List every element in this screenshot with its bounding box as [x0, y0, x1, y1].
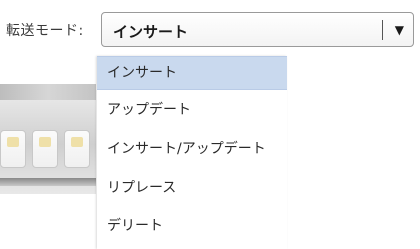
chevron-down-icon[interactable]: ▼	[395, 22, 404, 38]
dropdown-option-replace[interactable]: リプレース	[97, 171, 287, 205]
background-thumbnail	[32, 130, 58, 168]
dropdown-option-insert-update[interactable]: インサート/アップデート	[97, 132, 287, 166]
transfer-mode-dropdown-list: インサート アップデート インサート/アップデート リプレース デリート	[97, 56, 287, 249]
transfer-mode-selected-value: インサート	[113, 23, 189, 41]
thumbnail-image	[39, 137, 51, 147]
dropdown-option-update[interactable]: アップデート	[97, 93, 287, 127]
background-thumbnail	[0, 130, 26, 168]
select-divider	[382, 20, 383, 40]
background-divider	[0, 178, 96, 186]
transfer-mode-label: 転送モード:	[6, 23, 84, 39]
dropdown-option-insert[interactable]: インサート	[97, 56, 287, 90]
background-thumbnail	[64, 130, 90, 168]
thumbnail-image	[7, 137, 19, 147]
dropdown-option-delete[interactable]: デリート	[97, 209, 287, 243]
transfer-mode-select[interactable]: インサート ▼	[101, 12, 414, 47]
thumbnail-image	[71, 137, 83, 147]
background-toolbar	[0, 84, 96, 100]
transfer-mode-dialog: 転送モード: インサート ▼ インサート アップデート インサート/アップデート…	[0, 0, 420, 249]
